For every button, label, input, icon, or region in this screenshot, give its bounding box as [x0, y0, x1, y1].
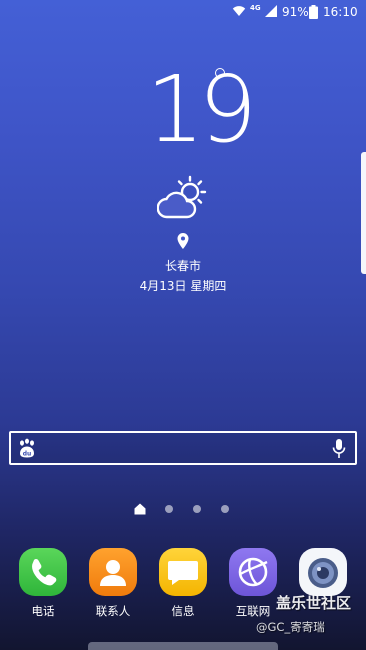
phone-app-icon[interactable] [19, 548, 67, 596]
battery-icon [309, 5, 318, 19]
page-indicator-dot[interactable] [193, 505, 201, 513]
battery-percent: 91% [282, 5, 309, 19]
network-type: 4G [250, 4, 261, 12]
signal-icon [265, 5, 277, 17]
contacts-icon [100, 560, 126, 586]
phone-icon [32, 559, 57, 586]
navigation-bar-hint[interactable] [88, 642, 278, 650]
status-clock: 16:10 [323, 5, 358, 19]
baidu-icon[interactable]: du [17, 438, 37, 458]
home-page-indicator-icon[interactable] [134, 503, 146, 515]
edge-panel-handle[interactable] [361, 152, 366, 274]
page-indicator-dot[interactable] [165, 505, 173, 513]
internet-icon [238, 557, 268, 587]
watermark-subtitle: @GC_寄寄瑞 [256, 620, 325, 634]
wifi-icon [232, 6, 246, 17]
messages-icon [168, 561, 198, 585]
messages-app-icon[interactable] [159, 548, 207, 596]
svg-text:du: du [23, 450, 32, 457]
camera-app-icon[interactable] [299, 548, 347, 596]
location-pin-icon [177, 233, 189, 249]
dock-label-messages: 信息 [171, 604, 195, 618]
search-bar[interactable]: du [9, 431, 357, 465]
city-name[interactable]: 长春市 [133, 258, 233, 274]
internet-app-icon[interactable] [229, 548, 277, 596]
dock-label-contacts: 联系人 [95, 604, 131, 618]
contacts-app-icon[interactable] [89, 548, 137, 596]
degree-icon [215, 68, 225, 78]
date-text[interactable]: 4月13日 星期四 [113, 278, 253, 294]
mic-icon[interactable] [331, 438, 347, 460]
watermark-title: 盖乐世社区 [276, 594, 352, 612]
camera-icon [308, 558, 338, 588]
partly-sunny-icon[interactable] [157, 175, 211, 221]
page-indicator-dot[interactable] [221, 505, 229, 513]
dock-label-phone: 电话 [31, 604, 55, 618]
status-bar: 4G 91% 16:10 [0, 0, 366, 24]
